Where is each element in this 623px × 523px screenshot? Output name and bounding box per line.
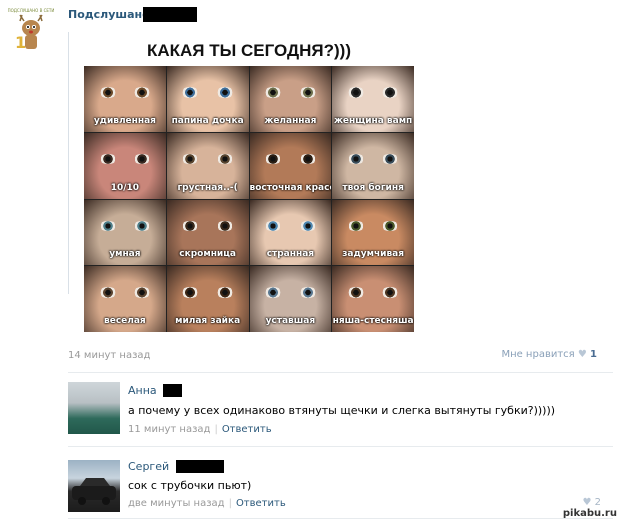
face-label: умная [109,249,141,260]
comment-meta: 11 минут назад | Ответить [128,424,272,435]
eye-icon [215,220,234,232]
face-tile: папина дочка [166,66,249,132]
face-label: уставшая [265,316,316,326]
face-tile: уставшая [249,266,332,332]
heart-icon: ♥ [582,497,592,508]
face-label: женщина вамп [333,115,413,126]
face-tile: восточная красотка [249,132,332,199]
eye-icon [133,87,152,98]
face-label: желанная [264,115,317,126]
eye-icon [215,153,234,165]
reply-button[interactable]: Ответить [236,498,286,509]
like-count: 1 [590,349,597,360]
image-title: КАКАЯ ТЫ СЕГОДНЯ?))) [147,41,351,60]
eye-icon [98,287,117,298]
comment-author[interactable]: Сергей [128,460,224,473]
face-tile: желанная [249,66,332,132]
car-icon [72,478,116,505]
eye-icon [98,87,117,98]
eye-icon [215,87,234,98]
face-label: грустная..-( [177,182,238,193]
eye-icon [346,287,365,298]
face-tile: странная [249,199,332,266]
face-tile: твоя богиня [332,132,414,199]
face-tile: грустная..-( [166,132,249,199]
face-label: няша-стесняша [332,316,414,326]
comment-author[interactable]: Анна [128,384,183,397]
redacted-surname [163,384,183,397]
face-tile: умная [84,199,166,266]
comment-like-button[interactable]: ♥ 2 [582,497,601,508]
eye-icon [264,87,283,98]
eye-icon [298,87,317,98]
face-label: скромница [179,249,236,260]
face-tile: удивленная [84,66,166,132]
face-tile: 10/10 [84,132,166,199]
post-time[interactable]: 14 минут назад [68,350,150,361]
comment-author-name[interactable]: Анна [128,384,157,397]
comment-like-count: 2 [594,497,601,508]
face-label: удивленная [93,115,156,126]
face-label: 10/10 [110,182,140,193]
heart-icon: ♥ [577,349,587,360]
comment-author-name[interactable]: Сергей [128,460,169,473]
group-avatar[interactable]: ПОДСЛУШАНО В СЕТИ 1 [6,6,56,56]
deer-logo-icon: ПОДСЛУШАНО В СЕТИ 1 [6,6,56,56]
face-label: твоя богиня [342,182,404,193]
comment-meta: две минуты назад | Ответить [128,498,286,509]
eye-icon [264,287,283,298]
eye-icon [181,87,200,98]
eye-icon [264,220,283,232]
face-label: милая зайка [175,316,241,326]
face-tile: няша-стесняша [332,266,414,332]
avatar[interactable] [68,382,120,434]
reply-button[interactable]: Ответить [222,424,272,435]
svg-text:1: 1 [15,33,26,52]
face-tile: женщина вамп [332,66,414,132]
face-tile: веселая [84,266,166,332]
eye-icon [298,220,317,232]
face-tile: скромница [166,199,249,266]
eye-icon [346,87,365,98]
redacted-name [143,7,197,22]
eye-icon [133,220,152,232]
eye-icon [133,287,152,298]
face-label: веселая [104,316,146,326]
divider [68,372,613,373]
svg-text:ПОДСЛУШАНО В СЕТИ: ПОДСЛУШАНО В СЕТИ [8,8,55,13]
face-tile: милая зайка [166,266,249,332]
divider [68,518,613,519]
post-image[interactable]: КАКАЯ ТЫ СЕГОДНЯ?))) удивленная папина до… [84,36,414,332]
watermark: pikabu.ru [562,508,617,519]
eye-icon [346,220,365,232]
eye-icon [381,87,400,98]
face-label: задумчивая [342,249,405,260]
eye-icon [381,220,400,232]
like-button[interactable]: Мне нравится ♥ 1 [501,349,597,360]
comment-text: сок с трубочки пьют) [128,479,252,492]
face-label: восточная красотка [249,182,332,193]
divider [68,446,613,447]
eye-icon [215,287,234,298]
repost-bar [68,32,69,294]
eye-icon [298,153,317,165]
avatar[interactable] [68,460,120,512]
face-grid: удивленная папина дочка желанная женщина ва… [84,66,414,332]
group-name[interactable]: Подслушано [68,8,150,22]
eye-icon [298,287,317,298]
eye-icon [381,287,400,298]
face-label: папина дочка [171,115,244,126]
eye-icon [98,153,117,165]
comment-time[interactable]: две минуты назад [128,498,225,509]
comment-time[interactable]: 11 минут назад [128,424,210,435]
eye-icon [181,287,200,298]
face-tile: задумчивая [332,199,414,266]
redacted-surname [175,460,224,473]
eye-icon [98,220,117,232]
face-label: странная [266,249,315,260]
like-label: Мне нравится [501,349,575,360]
comment-text: а почему у всех одинаково втянуты щечки … [128,404,556,417]
